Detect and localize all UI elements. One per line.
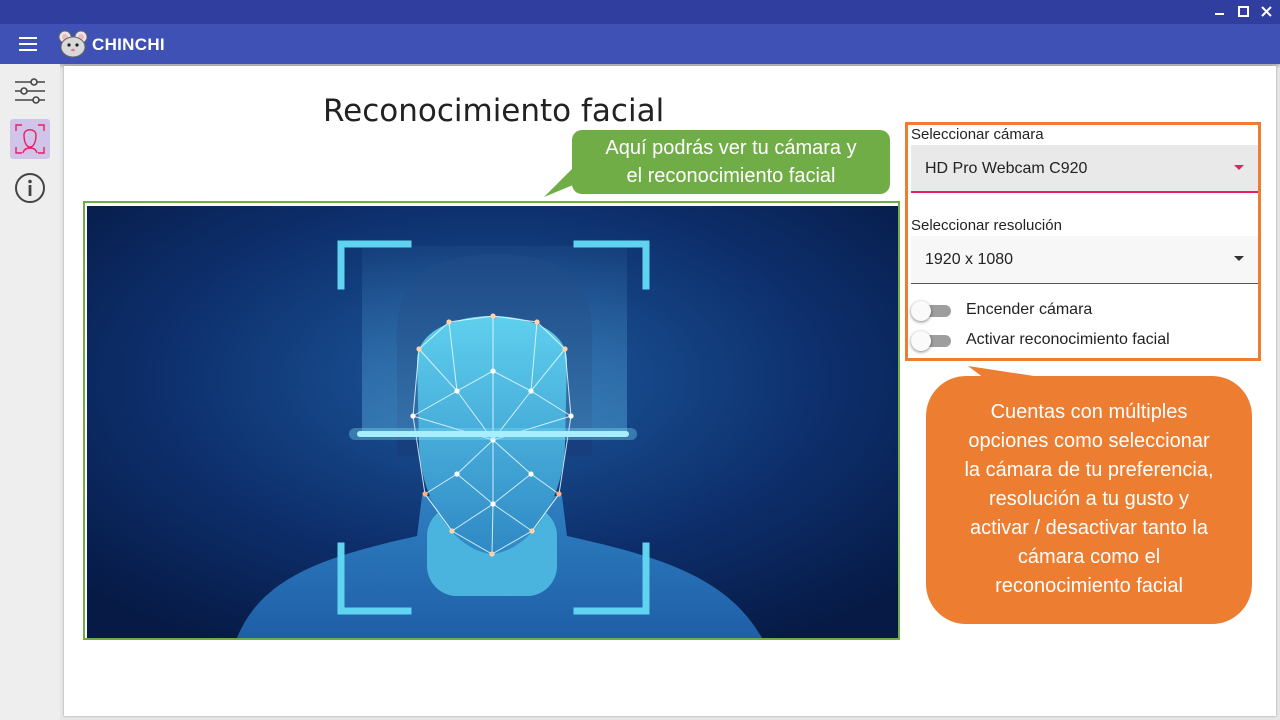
face-scan-illustration: [87, 206, 898, 638]
camera-preview: [87, 206, 898, 638]
facial-recognition-label: Activar reconocimiento facial: [966, 331, 1170, 348]
camera-select-value: HD Pro Webcam C920: [925, 160, 1088, 177]
camera-power-toggle[interactable]: [911, 301, 951, 321]
resolution-select-label: Seleccionar resolución: [911, 217, 1062, 234]
hamburger-menu-button[interactable]: [18, 35, 40, 53]
page-title: Reconocimiento facial: [323, 93, 665, 129]
maximize-button[interactable]: [1231, 0, 1255, 24]
sidebar: [0, 64, 60, 720]
options-hint-line: cámara como el: [1017, 546, 1161, 568]
minimize-button[interactable]: [1208, 0, 1232, 24]
camera-select-label: Seleccionar cámara: [911, 126, 1044, 143]
app-title: CHINCHI: [92, 35, 165, 54]
camera-preview-frame: [83, 201, 900, 640]
camera-hint-line2: el reconocimiento facial: [626, 165, 836, 187]
camera-hint-line1: Aquí podrás ver tu cámara y: [605, 137, 857, 159]
camera-hint-callout: Aquí podrás ver tu cámara y el reconocim…: [572, 130, 890, 194]
camera-power-label: Encender cámara: [966, 301, 1093, 318]
close-button[interactable]: [1255, 0, 1279, 24]
window-titlebar: [0, 0, 1280, 24]
options-hint-callout: Cuentas con múltiples opciones como sele…: [926, 376, 1252, 624]
minimize-icon: [1215, 13, 1224, 15]
resolution-select[interactable]: 1920 x 1080: [911, 236, 1258, 284]
options-hint-line: reconocimiento facial: [995, 575, 1183, 597]
settings-sliders-icon: [15, 78, 45, 104]
facial-recognition-toggle[interactable]: [911, 331, 951, 351]
options-hint-line: activar / desactivar tanto la: [970, 517, 1208, 539]
chevron-down-icon: [1234, 165, 1244, 170]
camera-select[interactable]: HD Pro Webcam C920: [911, 145, 1258, 193]
options-hint-line: la cámara de tu preferencia,: [964, 459, 1214, 481]
options-hint-line: opciones como seleccionar: [968, 430, 1210, 452]
chinchilla-logo-icon: [58, 30, 88, 58]
info-icon: [15, 173, 45, 203]
face-recognition-icon: [15, 124, 45, 154]
options-hint-line: resolución a tu gusto y: [988, 488, 1190, 510]
options-hint-line: Cuentas con múltiples: [990, 401, 1188, 423]
maximize-icon: [1238, 6, 1249, 17]
sidebar-item-facial-recognition[interactable]: [10, 119, 50, 159]
resolution-select-value: 1920 x 1080: [925, 251, 1014, 268]
camera-settings-panel: Seleccionar cámara HD Pro Webcam C920 Se…: [905, 122, 1261, 361]
toggle-row-camera: Encender cámara: [911, 299, 1251, 323]
chevron-down-icon: [1234, 256, 1244, 261]
app-bar: CHINCHI: [0, 24, 1280, 64]
sidebar-item-settings[interactable]: [10, 70, 50, 110]
close-icon: [1261, 6, 1272, 17]
sidebar-item-info[interactable]: [10, 168, 50, 208]
toggle-row-recognition: Activar reconocimiento facial: [911, 329, 1251, 353]
